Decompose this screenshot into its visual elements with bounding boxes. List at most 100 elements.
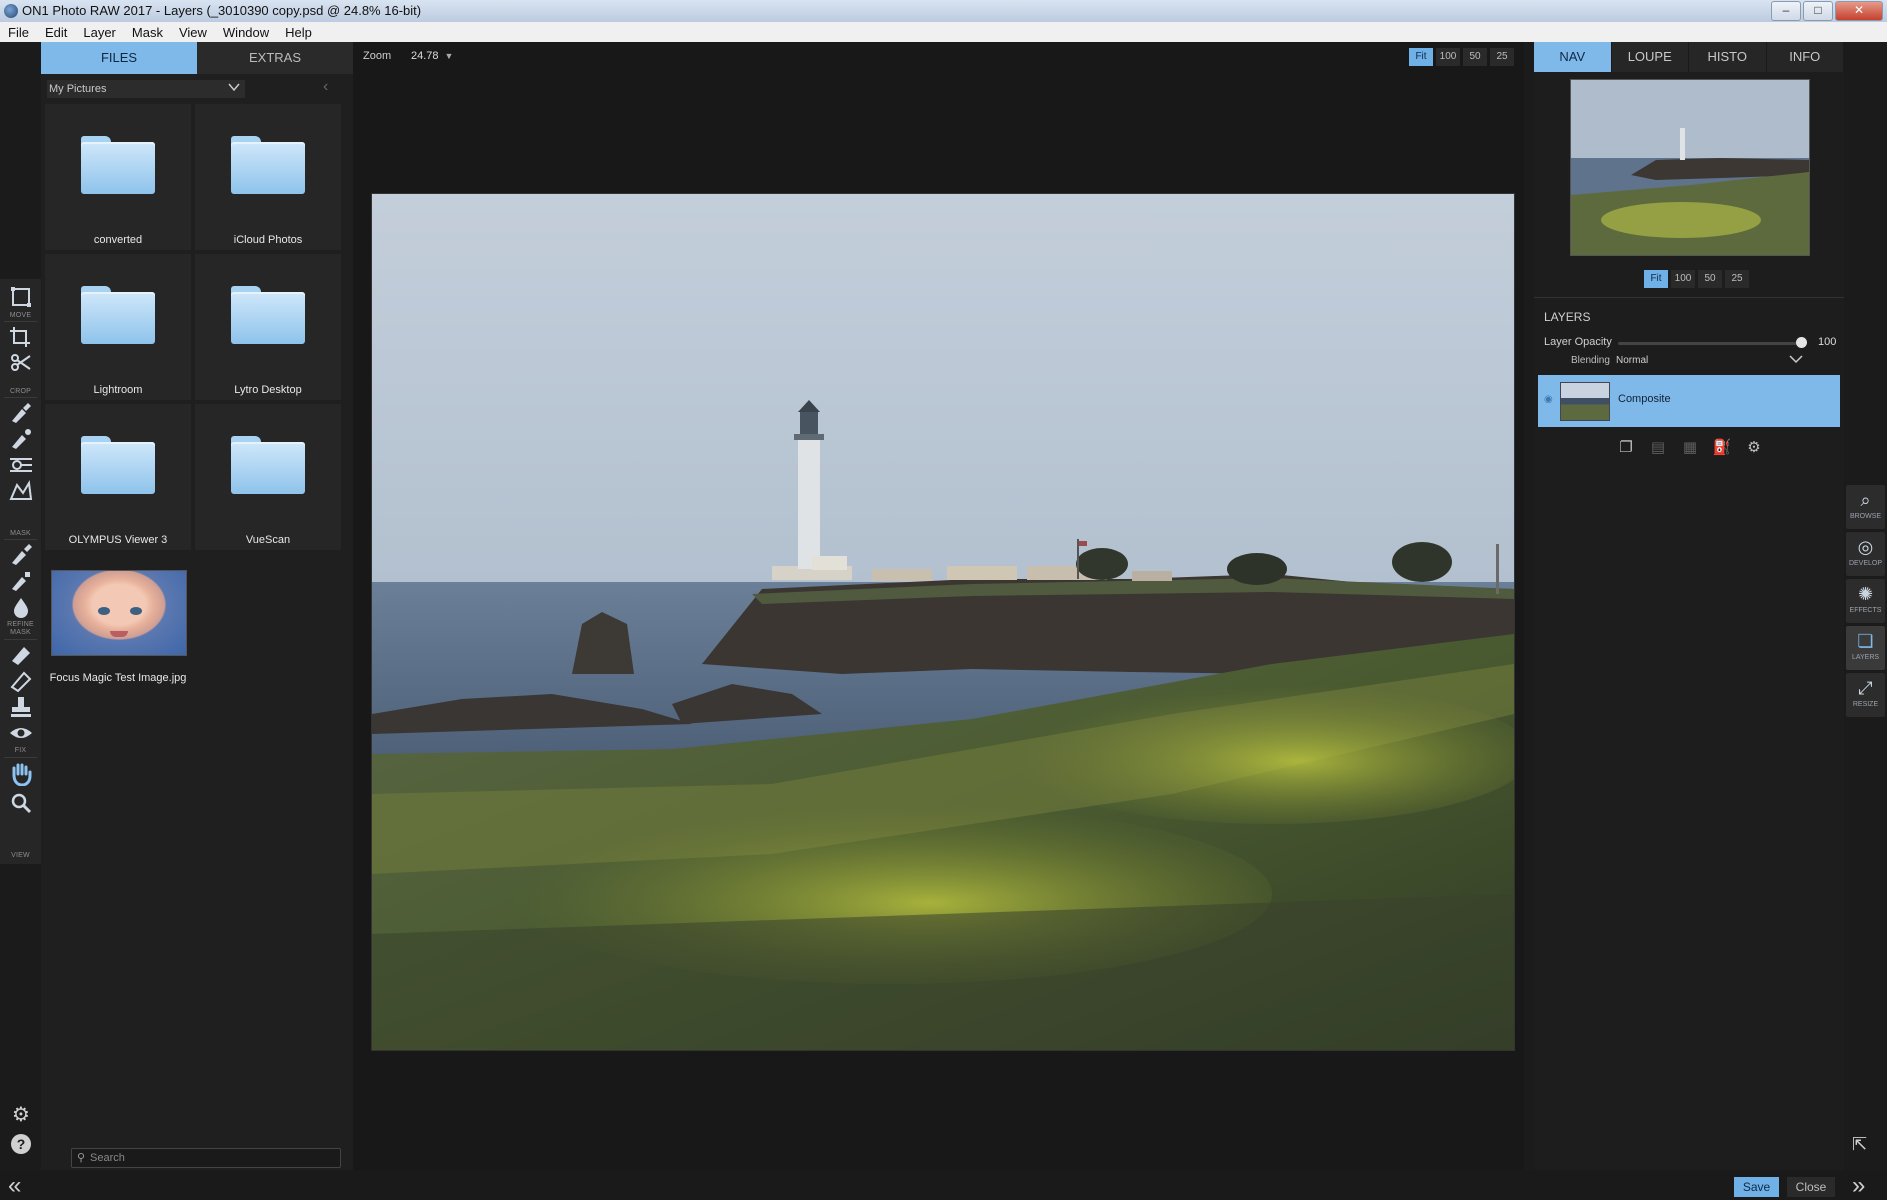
folder-name: converted <box>93 234 143 246</box>
chisel-icon[interactable] <box>8 569 34 593</box>
chevron-down-icon <box>227 80 241 99</box>
folder-tile[interactable]: converted <box>45 104 191 250</box>
zoom-100-button[interactable]: 100 <box>1436 48 1460 66</box>
menu-bar: File Edit Layer Mask View Window Help <box>0 22 1887 42</box>
move-tool-icon[interactable] <box>8 285 34 309</box>
menu-window[interactable]: Window <box>215 25 277 40</box>
save-button[interactable]: Save <box>1734 1177 1779 1197</box>
folder-tile[interactable]: Lytro Desktop <box>195 254 341 400</box>
right-panel: NAV LOUPE HISTO INFO Fit 100 50 25 LAYER… <box>1534 42 1844 1170</box>
tab-histo[interactable]: HISTO <box>1689 42 1767 72</box>
module-label: EFFECTS <box>1849 607 1882 614</box>
nav-zoom-100-button[interactable]: 100 <box>1671 270 1695 288</box>
duplicate-layer-icon[interactable]: ❐ <box>1616 438 1636 458</box>
collapse-panel-icon[interactable]: ‹ <box>323 78 328 96</box>
blending-label: Blending <box>1571 355 1610 366</box>
menu-help[interactable]: Help <box>277 25 320 40</box>
window-title: ON1 Photo RAW 2017 - Layers (_3010390 co… <box>22 3 422 18</box>
tab-loupe[interactable]: LOUPE <box>1611 42 1689 72</box>
search-input[interactable]: ⚲ Search <box>71 1148 341 1168</box>
maximize-button[interactable]: □ <box>1803 1 1833 21</box>
layer-opacity-slider[interactable] <box>1618 342 1801 345</box>
tab-info[interactable]: INFO <box>1766 42 1844 72</box>
tab-extras[interactable]: EXTRAS <box>197 42 353 74</box>
perfect-eraser-icon[interactable] <box>8 669 34 693</box>
layers-title: LAYERS <box>1544 310 1591 324</box>
folder-icon <box>231 286 305 344</box>
mask-brush-icon[interactable] <box>8 401 34 425</box>
folder-name: Lightroom <box>93 384 143 396</box>
menu-view[interactable]: View <box>171 25 215 40</box>
folder-tile[interactable]: VueScan <box>195 404 341 550</box>
merge-layer-icon[interactable]: ▦ <box>1680 438 1700 458</box>
module-layers[interactable]: ❏ LAYERS <box>1846 626 1885 670</box>
chevron-down-icon[interactable] <box>1788 352 1804 369</box>
layer-row-composite[interactable]: ◉ Composite <box>1538 375 1840 427</box>
nav-zoom-50-button[interactable]: 50 <box>1698 270 1722 288</box>
image-file-tile[interactable]: Focus Magic Test Image.jpg <box>45 562 191 684</box>
lasso-mask-icon[interactable] <box>8 479 34 503</box>
main-canvas-area: Zoom 24.78 ▼ Fit 100 50 25 <box>353 42 1524 1170</box>
module-browse[interactable]: ⌕ BROWSE <box>1846 485 1885 529</box>
delete-layer-icon[interactable]: ▤ <box>1648 438 1668 458</box>
folder-icon <box>81 136 155 194</box>
menu-layer[interactable]: Layer <box>75 25 124 40</box>
share-export-icon[interactable]: ⇱ <box>1852 1134 1867 1155</box>
toolbar-label-move: MOVE <box>9 312 32 319</box>
cut-tool-icon[interactable] <box>8 351 34 375</box>
zoom-50-button[interactable]: 50 <box>1463 48 1487 66</box>
close-button[interactable]: Close <box>1787 1177 1835 1197</box>
module-label: RESIZE <box>1852 701 1879 708</box>
folder-tile[interactable]: iCloud Photos <box>195 104 341 250</box>
clone-stamp-icon[interactable] <box>8 695 34 719</box>
expand-right-panel-icon[interactable]: » <box>1852 1172 1865 1200</box>
mask-brush-alt-icon[interactable] <box>8 427 34 451</box>
folder-tile[interactable]: OLYMPUS Viewer 3 <box>45 404 191 550</box>
hand-tool-icon[interactable] <box>8 762 34 787</box>
blending-mode-dropdown[interactable]: Normal <box>1616 355 1648 366</box>
bottom-bar: « Save Close » <box>0 1170 1887 1200</box>
crop-tool-icon[interactable] <box>8 325 34 349</box>
folder-name: OLYMPUS Viewer 3 <box>68 534 168 546</box>
nav-zoom-25-button[interactable]: 25 <box>1725 270 1749 288</box>
zoom-25-button[interactable]: 25 <box>1490 48 1514 66</box>
menu-edit[interactable]: Edit <box>37 25 75 40</box>
location-dropdown[interactable]: My Pictures <box>47 80 245 98</box>
toolbar-label-mask: MASK <box>10 530 31 537</box>
resize-icon: ⤢ <box>1858 678 1873 698</box>
blur-brush-icon[interactable] <box>8 595 34 619</box>
folder-tile[interactable]: Lightroom <box>45 254 191 400</box>
close-window-button[interactable]: ✕ <box>1835 1 1883 21</box>
edited-photo[interactable] <box>371 193 1515 1051</box>
red-eye-icon[interactable] <box>8 721 34 745</box>
zoom-value-dropdown[interactable]: 24.78 ▼ <box>411 50 453 62</box>
module-effects[interactable]: ✺ EFFECTS <box>1846 579 1885 623</box>
gradient-mask-icon[interactable] <box>8 453 34 477</box>
module-resize[interactable]: ⤢ RESIZE <box>1846 673 1885 717</box>
toolbar-label-fix: FIX <box>14 747 27 754</box>
retouch-brush-icon[interactable] <box>8 643 34 667</box>
minimize-button[interactable]: – <box>1771 1 1801 21</box>
files-panel: FILES EXTRAS My Pictures ‹ converted iCl… <box>41 42 353 1170</box>
module-develop[interactable]: ◎ DEVELOP <box>1846 532 1885 576</box>
menu-file[interactable]: File <box>0 25 37 40</box>
layer-opacity-slider-thumb[interactable] <box>1795 337 1807 348</box>
fill-bucket-icon[interactable]: ⛽ <box>1712 438 1732 458</box>
search-icon: ⚲ <box>77 1152 86 1164</box>
layer-settings-gear-icon[interactable]: ⚙ <box>1744 438 1764 458</box>
help-icon[interactable]: ? <box>8 1132 34 1156</box>
collapse-left-panel-icon[interactable]: « <box>8 1172 21 1200</box>
tab-nav[interactable]: NAV <box>1534 42 1612 72</box>
zoom-fit-button[interactable]: Fit <box>1409 48 1433 66</box>
zoom-tool-icon[interactable] <box>8 791 34 815</box>
settings-gear-icon[interactable]: ⚙ <box>8 1102 34 1126</box>
navigator-preview[interactable] <box>1570 79 1810 256</box>
folder-icon <box>231 436 305 494</box>
tab-files[interactable]: FILES <box>41 42 197 74</box>
menu-mask[interactable]: Mask <box>124 25 171 40</box>
visibility-eye-icon[interactable]: ◉ <box>1544 394 1553 405</box>
folder-name: iCloud Photos <box>233 234 303 246</box>
title-bar: ON1 Photo RAW 2017 - Layers (_3010390 co… <box>0 0 1887 22</box>
refine-brush-icon[interactable] <box>8 543 34 567</box>
nav-zoom-fit-button[interactable]: Fit <box>1644 270 1668 288</box>
